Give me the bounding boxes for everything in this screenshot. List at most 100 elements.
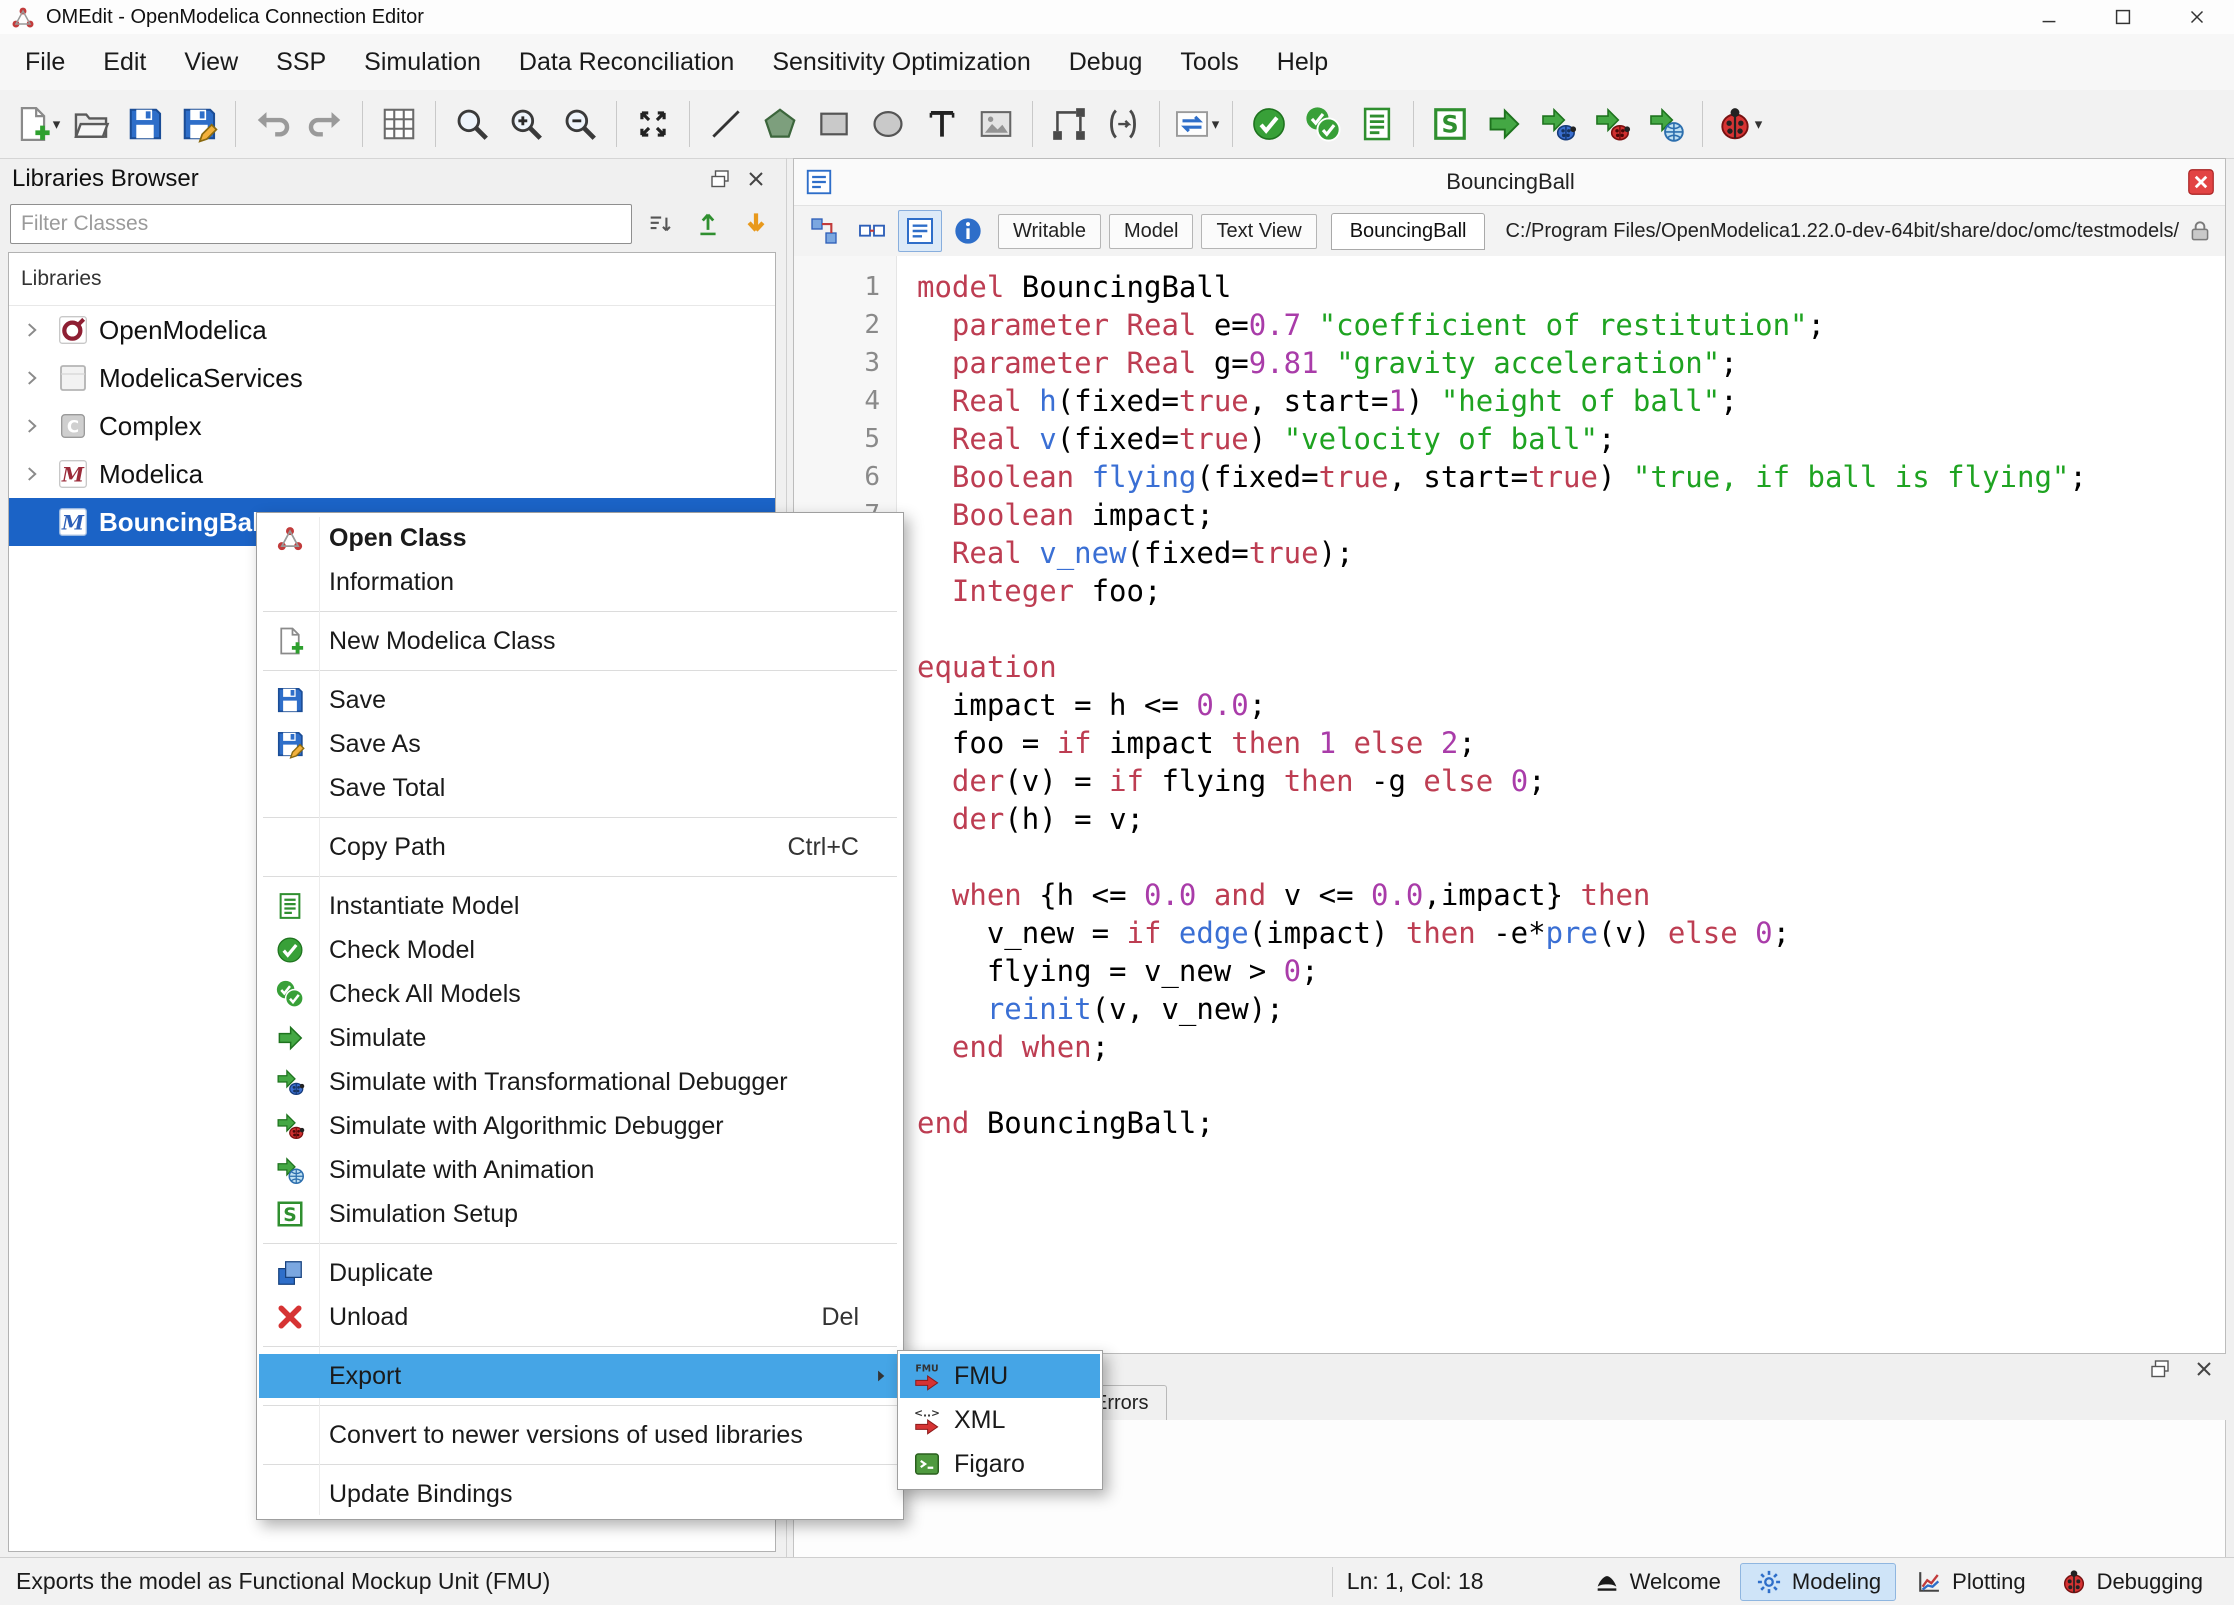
context-menu-item-check-model[interactable]: Check Model	[259, 928, 901, 972]
context-menu-item-export[interactable]: Export	[259, 1354, 901, 1398]
library-item-label: OpenModelica	[99, 314, 267, 345]
text-tool-button[interactable]	[915, 97, 969, 151]
menu-view[interactable]: View	[165, 39, 257, 86]
debug-button[interactable]: ▾	[1712, 97, 1766, 151]
context-menu-item-copy-path[interactable]: Copy Path Ctrl+C	[259, 825, 901, 869]
document-tab[interactable]: BouncingBall	[1330, 212, 1486, 250]
menu-tools[interactable]: Tools	[1161, 39, 1257, 86]
minimize-button[interactable]	[2012, 0, 2086, 34]
transition-mode-button[interactable]	[1096, 97, 1150, 151]
menu-file[interactable]: File	[6, 39, 84, 86]
perspective-welcome[interactable]: Welcome	[1578, 1563, 1736, 1601]
float-panel-button[interactable]	[702, 163, 738, 195]
simulate-transformational-button[interactable]	[1531, 97, 1585, 151]
perspective-debugging[interactable]: Debugging	[2045, 1563, 2218, 1601]
move-between-views-button[interactable]: ▾	[1169, 97, 1223, 151]
open-model-button[interactable]	[64, 97, 118, 151]
menu-data-reconciliation[interactable]: Data Reconciliation	[500, 39, 753, 86]
ellipse-tool-button[interactable]	[861, 97, 915, 151]
show-grid-button[interactable]	[372, 97, 426, 151]
context-menu-item-simulation-setup[interactable]: S Simulation Setup	[259, 1192, 901, 1236]
simulate-algorithmic-button[interactable]	[1585, 97, 1639, 151]
menu-help[interactable]: Help	[1258, 39, 1347, 86]
dropdown-caret-icon[interactable]: ▾	[1212, 115, 1220, 133]
reset-zoom-button[interactable]	[445, 97, 499, 151]
context-menu-item-instantiate-model[interactable]: Instantiate Model	[259, 884, 901, 928]
context-menu-item-simulate[interactable]: Simulate	[259, 1016, 901, 1060]
context-menu-item-unload[interactable]: Unload Del	[259, 1295, 901, 1339]
save-button[interactable]	[118, 97, 172, 151]
expand-chevron-icon[interactable]	[17, 365, 47, 391]
dropdown-caret-icon[interactable]: ▾	[1755, 115, 1763, 133]
context-menu-item-update-bindings[interactable]: Update Bindings	[259, 1472, 901, 1516]
context-menu-item-save-total[interactable]: Save Total	[259, 766, 901, 810]
context-menu-item-information[interactable]: Information	[259, 560, 901, 604]
close-button[interactable]	[2160, 0, 2234, 34]
context-menu-item-save[interactable]: Save	[259, 678, 901, 722]
export-submenu-item-fmu[interactable]: FMU FMU	[900, 1354, 1100, 1398]
collapse-all-button[interactable]	[688, 204, 728, 244]
connect-mode-button[interactable]	[1042, 97, 1096, 151]
menu-simulation[interactable]: Simulation	[345, 39, 500, 86]
context-menu-item-simulate-with-animation[interactable]: Simulate with Animation	[259, 1148, 901, 1192]
expand-chevron-icon[interactable]	[17, 317, 47, 343]
perspective-plotting[interactable]: Plotting	[1900, 1563, 2040, 1601]
menu-debug[interactable]: Debug	[1050, 39, 1162, 86]
instantiate-model-button[interactable]	[1350, 97, 1404, 151]
context-menu-item-duplicate[interactable]: Duplicate	[259, 1251, 901, 1295]
maximize-button[interactable]	[2086, 0, 2160, 34]
library-item-modelica[interactable]: M Modelica	[9, 450, 775, 498]
export-submenu-item-xml[interactable]: <..> XML	[900, 1398, 1100, 1442]
text-view-button[interactable]	[898, 210, 942, 252]
context-menu-item-check-all-models[interactable]: Check All Models	[259, 972, 901, 1016]
save-as-button[interactable]	[172, 97, 226, 151]
writable-button[interactable]: Writable	[998, 213, 1101, 249]
expand-all-button[interactable]	[736, 204, 776, 244]
filter-classes-input[interactable]	[10, 204, 632, 244]
perspective-modeling[interactable]: Modeling	[1739, 1562, 1897, 1601]
menu-item-label: FMU	[954, 1361, 1009, 1390]
code-editor[interactable]: 1234567891011121314151617181920212223 mo…	[794, 256, 2225, 1353]
bitmap-tool-button[interactable]	[969, 97, 1023, 151]
polygon-tool-button[interactable]	[753, 97, 807, 151]
icon-view-button[interactable]	[802, 210, 846, 252]
expand-chevron-icon[interactable]	[17, 413, 47, 439]
dropdown-caret-icon[interactable]: ▾	[53, 115, 61, 133]
context-menu-item-new-modelica-class[interactable]: New Modelica Class	[259, 619, 901, 663]
zoom-out-button[interactable]	[553, 97, 607, 151]
close-panel-button[interactable]	[738, 163, 774, 195]
filter-options-button[interactable]	[640, 204, 680, 244]
menu-sensitivity-optimization[interactable]: Sensitivity Optimization	[753, 39, 1049, 86]
check-model-button[interactable]	[1242, 97, 1296, 151]
library-item-openmodelica[interactable]: OpenModelica	[9, 306, 775, 354]
diagram-view-button[interactable]	[850, 210, 894, 252]
documentation-view-button[interactable]	[946, 210, 990, 252]
redo-button[interactable]	[299, 97, 353, 151]
menu-edit[interactable]: Edit	[84, 39, 165, 86]
code-line: v_new = if edge(impact) then -e*pre(v) e…	[917, 916, 1791, 950]
library-item-modelicaservices[interactable]: ModelicaServices	[9, 354, 775, 402]
rectangle-tool-button[interactable]	[807, 97, 861, 151]
simulation-setup-button[interactable]: S	[1423, 97, 1477, 151]
grid-icon	[380, 105, 418, 143]
float-messages-button[interactable]	[2142, 1353, 2178, 1385]
library-item-complex[interactable]: C Complex	[9, 402, 775, 450]
context-menu-item-simulate-with-transformational-debugger[interactable]: Simulate with Transformational Debugger	[259, 1060, 901, 1104]
context-menu-item-convert-to-newer-versions-of-used-libraries[interactable]: Convert to newer versions of used librar…	[259, 1413, 901, 1457]
expand-chevron-icon[interactable]	[17, 461, 47, 487]
context-menu-item-save-as[interactable]: Save As	[259, 722, 901, 766]
check-all-models-button[interactable]	[1296, 97, 1350, 151]
menu-ssp[interactable]: SSP	[257, 39, 345, 86]
fit-to-diagram-button[interactable]	[626, 97, 680, 151]
zoom-in-button[interactable]	[499, 97, 553, 151]
close-document-button[interactable]	[2187, 168, 2215, 196]
new-modelica-class-button[interactable]: ▾	[10, 97, 64, 151]
context-menu-item-open-class[interactable]: Open Class	[259, 516, 901, 560]
close-messages-button[interactable]	[2186, 1353, 2222, 1385]
simulate-button[interactable]	[1477, 97, 1531, 151]
context-menu-item-simulate-with-algorithmic-debugger[interactable]: Simulate with Algorithmic Debugger	[259, 1104, 901, 1148]
export-submenu-item-figaro[interactable]: Figaro	[900, 1442, 1100, 1486]
undo-button[interactable]	[245, 97, 299, 151]
line-tool-button[interactable]	[699, 97, 753, 151]
simulate-animation-button[interactable]	[1639, 97, 1693, 151]
